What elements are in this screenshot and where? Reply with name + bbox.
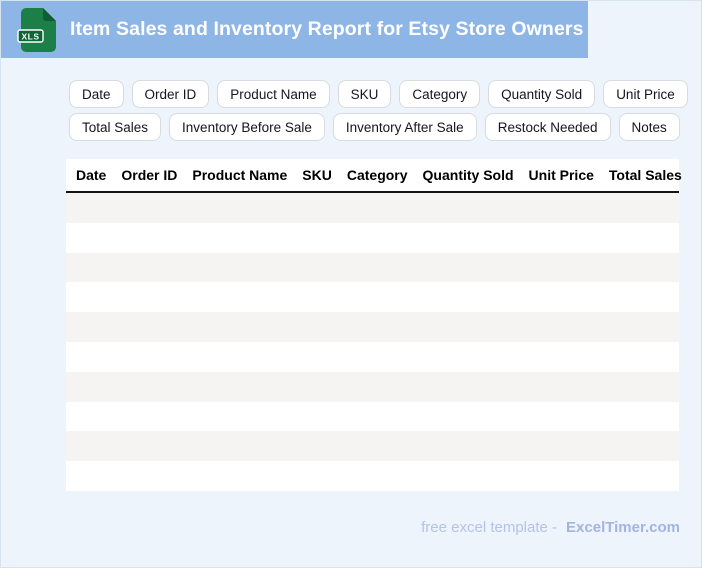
chip-restock-needed[interactable]: Restock Needed — [484, 113, 611, 141]
xls-file-icon: XLS — [17, 8, 56, 52]
footer-brand-link[interactable]: ExcelTimer.com — [566, 519, 680, 536]
col-header-quantity-sold: Quantity Sold — [422, 167, 514, 183]
chip-sku[interactable]: SKU — [337, 80, 392, 108]
table-row — [66, 401, 679, 432]
column-chips-row-1: Date Order ID Product Name SKU Category … — [69, 80, 688, 108]
table-row — [66, 312, 679, 342]
table-row — [66, 222, 679, 253]
report-table: Date Order ID Product Name SKU Category … — [66, 159, 682, 491]
footer: free excel template - ExcelTimer.com — [421, 519, 680, 536]
chip-inventory-before-sale[interactable]: Inventory Before Sale — [169, 113, 325, 141]
header-banner: XLS Item Sales and Inventory Report for … — [1, 1, 588, 58]
table-row — [66, 371, 679, 402]
chip-unit-price[interactable]: Unit Price — [603, 80, 688, 108]
chip-category[interactable]: Category — [399, 80, 481, 108]
xls-badge-text: XLS — [21, 32, 39, 42]
chip-notes[interactable]: Notes — [618, 113, 680, 141]
table-row — [66, 341, 679, 372]
table-header-row: Date Order ID Product Name SKU Category … — [66, 159, 682, 193]
col-header-product-name: Product Name — [192, 167, 288, 183]
chip-inventory-after-sale[interactable]: Inventory After Sale — [332, 113, 477, 141]
table-row — [66, 461, 679, 491]
page-title: Item Sales and Inventory Report for Etsy… — [70, 18, 584, 40]
chip-total-sales[interactable]: Total Sales — [69, 113, 162, 141]
col-header-total-sales: Total Sales — [608, 167, 682, 183]
col-header-unit-price: Unit Price — [528, 167, 594, 183]
chip-product-name[interactable]: Product Name — [217, 80, 330, 108]
chip-order-id[interactable]: Order ID — [131, 80, 210, 108]
table-row — [66, 431, 679, 462]
footer-tagline: free excel template - — [421, 519, 558, 536]
col-header-category: Category — [346, 167, 408, 183]
table-row — [66, 193, 679, 223]
col-header-order-id: Order ID — [121, 167, 178, 183]
col-header-date: Date — [76, 167, 107, 183]
table-row — [66, 252, 679, 283]
table-row — [66, 282, 679, 313]
column-chips-row-2: Total Sales Inventory Before Sale Invent… — [69, 113, 680, 141]
chip-quantity-sold[interactable]: Quantity Sold — [488, 80, 596, 108]
page: { "header": { "title": "Item Sales and I… — [0, 0, 702, 568]
col-header-sku: SKU — [302, 167, 332, 183]
table-body — [66, 193, 679, 491]
chip-date[interactable]: Date — [69, 80, 124, 108]
